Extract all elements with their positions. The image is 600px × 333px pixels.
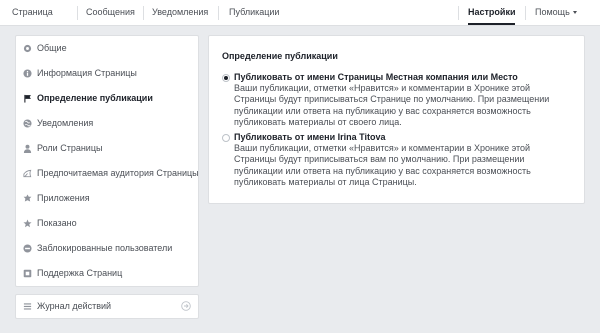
nav-tab-messages[interactable]: Сообщения (86, 0, 135, 25)
support-icon (23, 269, 32, 278)
audience-icon (23, 169, 32, 178)
gear-icon (23, 44, 32, 53)
star-icon (23, 219, 32, 228)
sidebar-item-label: Информация Страницы (37, 68, 137, 78)
activity-log-item[interactable]: Журнал действий (15, 294, 199, 319)
activity-log-label: Журнал действий (37, 301, 112, 311)
sidebar-item-page-info[interactable]: Информация Страницы (16, 61, 198, 86)
globe-icon (23, 119, 32, 128)
publication-attribution-panel: Определение публикации Публиковать от им… (208, 35, 585, 204)
arrow-right-icon (181, 301, 191, 311)
radio-post-as-page[interactable] (222, 74, 230, 82)
sidebar-item-general[interactable]: Общие (16, 36, 198, 61)
sidebar-item-label: Предпочитаемая аудитория Страницы (37, 168, 198, 178)
block-icon (23, 244, 32, 253)
info-icon (23, 69, 32, 78)
settings-sidebar: Общие Информация Страницы Определение пу… (15, 35, 199, 287)
sidebar-item-label: Роли Страницы (37, 143, 103, 153)
sidebar-item-apps[interactable]: Приложения (16, 186, 198, 211)
nav-tab-page[interactable]: Страница (12, 0, 53, 25)
person-icon (23, 144, 32, 153)
sidebar-item-page-roles[interactable]: Роли Страницы (16, 136, 198, 161)
sidebar-item-preferred-audience[interactable]: Предпочитаемая аудитория Страницы (16, 161, 198, 186)
nav-divider (458, 6, 459, 20)
sidebar-item-blocked-users[interactable]: Заблокированные пользователи (16, 236, 198, 261)
sidebar-item-label: Уведомления (37, 118, 94, 128)
radio-post-as-user[interactable] (222, 134, 230, 142)
sidebar-item-label: Определение публикации (37, 93, 153, 103)
chevron-down-icon (572, 11, 577, 15)
option-description: Ваши публикации, отметки «Нравится» и ко… (234, 143, 531, 187)
list-icon (23, 303, 32, 310)
nav-divider (218, 6, 219, 20)
sidebar-item-label: Общие (37, 43, 67, 53)
sidebar-item-page-support[interactable]: Поддержка Страниц (16, 261, 198, 286)
nav-tab-publications[interactable]: Публикации (229, 0, 279, 25)
option-description: Ваши публикации, отметки «Нравится» и ко… (234, 83, 550, 127)
sidebar-item-label: Приложения (37, 193, 90, 203)
nav-tab-notifications[interactable]: Уведомления (152, 0, 208, 25)
sidebar-item-label: Показано (37, 218, 77, 228)
sidebar-item-label: Поддержка Страниц (37, 268, 123, 278)
top-navigation-bar: Страница Сообщения Уведомления Публикаци… (0, 0, 600, 26)
nav-tab-settings[interactable]: Настройки (468, 0, 516, 25)
sidebar-item-publication-attribution[interactable]: Определение публикации (16, 86, 198, 111)
panel-title: Определение публикации (222, 51, 338, 61)
help-label: Помощь (535, 7, 570, 17)
apps-icon (23, 194, 32, 202)
option-title: Публиковать от имени Irina Titova (234, 132, 386, 142)
sidebar-item-notifications[interactable]: Уведомления (16, 111, 198, 136)
sidebar-item-featured[interactable]: Показано (16, 211, 198, 236)
sidebar-item-label: Заблокированные пользователи (37, 243, 173, 253)
nav-divider (143, 6, 144, 20)
nav-divider (77, 6, 78, 20)
flag-icon (24, 94, 31, 103)
nav-divider (525, 6, 526, 20)
help-menu-button[interactable]: Помощь (535, 0, 577, 25)
option-title: Публиковать от имени Страницы Местная ко… (234, 72, 518, 82)
